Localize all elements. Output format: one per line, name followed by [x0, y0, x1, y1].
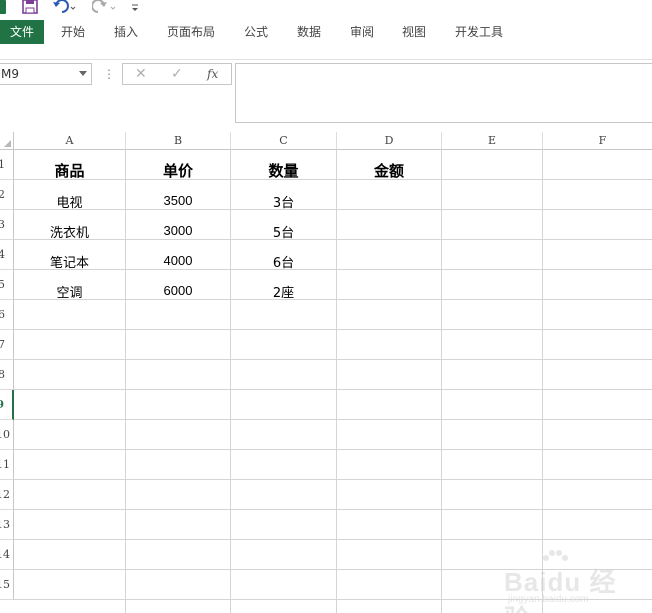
row-header-label: 4	[0, 248, 5, 261]
ribbon-collapsed-area	[0, 46, 652, 60]
row-header-label: 11	[0, 458, 10, 471]
row-header-3[interactable]: 3	[0, 210, 14, 240]
formula-input[interactable]	[235, 63, 652, 123]
cell-c2[interactable]: 3台	[231, 192, 336, 211]
gridline	[125, 150, 126, 613]
row-header-label: 7	[0, 338, 5, 351]
cell-a2[interactable]: 电视	[14, 192, 125, 211]
cell-a4[interactable]: 笔记本	[14, 252, 125, 271]
gridline	[542, 150, 543, 613]
row-header-label: 14	[0, 548, 10, 561]
tab-view[interactable]: 视图	[402, 23, 426, 40]
chevron-down-icon[interactable]	[79, 71, 87, 76]
row-header-label: 9	[0, 398, 4, 411]
cell-a5[interactable]: 空调	[14, 282, 125, 301]
row-header-7[interactable]: 7	[0, 330, 14, 360]
gridline	[14, 329, 652, 330]
cell-c4[interactable]: 6台	[231, 252, 336, 271]
select-all-icon	[4, 140, 11, 147]
insert-function-icon[interactable]: fx	[207, 67, 218, 81]
gridline	[14, 449, 652, 450]
row-header-8[interactable]: 8	[0, 360, 14, 390]
row-header-4[interactable]: 4	[0, 240, 14, 270]
cell-a1[interactable]: 商品	[14, 160, 125, 181]
row-header-label: 3	[0, 218, 5, 231]
gridline	[14, 419, 652, 420]
cell-b1[interactable]: 单价	[126, 160, 230, 181]
cell-b3[interactable]: 3000	[126, 223, 230, 238]
tab-page-layout[interactable]: 页面布局	[167, 23, 215, 40]
row-header-label: 1	[0, 158, 5, 171]
gridline	[14, 389, 652, 390]
excel-logo-icon	[0, 0, 6, 14]
cell-c3[interactable]: 5台	[231, 222, 336, 241]
customize-qat-icon[interactable]	[130, 0, 140, 14]
cell-d1[interactable]: 金额	[337, 160, 441, 181]
gridline	[336, 150, 337, 613]
quick-access-toolbar	[0, 0, 652, 18]
name-box-value: M9	[1, 67, 19, 81]
formula-bar-resize-handle[interactable]: ⋮	[103, 68, 115, 82]
cancel-icon[interactable]: ✕	[135, 66, 147, 82]
cell-a3[interactable]: 洗衣机	[14, 222, 125, 241]
row-header-label: 6	[0, 308, 5, 321]
column-header-b[interactable]: B	[126, 132, 231, 150]
row-header-label: 12	[0, 488, 10, 501]
cell-c5[interactable]: 2座	[231, 282, 336, 301]
row-header-label: 5	[0, 278, 5, 291]
row-header-label: 2	[0, 188, 5, 201]
row-header-1[interactable]: 1	[0, 150, 14, 180]
cell-b5[interactable]: 6000	[126, 283, 230, 298]
gridline	[230, 150, 231, 613]
row-header-label: 15	[0, 578, 10, 591]
row-header-10[interactable]: 10	[0, 420, 14, 450]
column-header-c[interactable]: C	[231, 132, 337, 150]
tab-insert[interactable]: 插入	[114, 23, 138, 40]
undo-icon[interactable]	[52, 0, 78, 14]
row-header-9[interactable]: 9	[0, 390, 14, 420]
spreadsheet-grid[interactable]: A B C D E F 1 2 3 4 5 6 7 8 9 10 11 12 1…	[0, 132, 652, 613]
row-header-12[interactable]: 12	[0, 480, 14, 510]
column-header-d[interactable]: D	[337, 132, 442, 150]
baidu-watermark: Baidu 经验 jingyan.baidu.com	[500, 548, 640, 613]
cell-b4[interactable]: 4000	[126, 253, 230, 268]
gridline	[14, 509, 652, 510]
tab-home[interactable]: 开始	[61, 23, 85, 40]
save-icon[interactable]	[22, 0, 38, 14]
tab-review[interactable]: 审阅	[350, 23, 374, 40]
tab-data[interactable]: 数据	[297, 23, 321, 40]
watermark-logo: Baidu 经验	[504, 567, 617, 613]
row-header-14[interactable]: 14	[0, 540, 14, 570]
row-header-2[interactable]: 2	[0, 180, 14, 210]
tab-formulas[interactable]: 公式	[244, 23, 268, 40]
cell-c1[interactable]: 数量	[231, 160, 336, 181]
row-header-label: 13	[0, 518, 10, 531]
select-all-corner[interactable]	[0, 132, 14, 150]
row-header-5[interactable]: 5	[0, 270, 14, 300]
cell-b2[interactable]: 3500	[126, 193, 230, 208]
enter-icon[interactable]: ✓	[171, 66, 183, 82]
row-header-13[interactable]: 13	[0, 510, 14, 540]
tab-file[interactable]: 文件	[0, 20, 44, 44]
row-header-11[interactable]: 11	[0, 450, 14, 480]
column-header-a[interactable]: A	[14, 132, 126, 150]
formula-bar: M9 ⋮ ✕ ✓ fx	[0, 60, 652, 132]
gridline	[441, 150, 442, 613]
redo-icon[interactable]	[92, 0, 118, 14]
ribbon-tabs: 文件 开始 插入 页面布局 公式 数据 审阅 视图 开发工具	[0, 18, 652, 46]
column-header-f[interactable]: F	[543, 132, 652, 150]
gridline	[14, 479, 652, 480]
row-header-6[interactable]: 6	[0, 300, 14, 330]
row-header-label: 10	[0, 428, 10, 441]
row-header-label: 8	[0, 368, 5, 381]
column-header-e[interactable]: E	[442, 132, 543, 150]
gridline	[14, 539, 652, 540]
gridline	[14, 359, 652, 360]
formula-buttons: ✕ ✓ fx	[122, 63, 232, 85]
name-box[interactable]: M9	[0, 63, 92, 85]
watermark-url: jingyan.baidu.com	[508, 594, 589, 605]
tab-developer[interactable]: 开发工具	[455, 23, 503, 40]
row-header-15[interactable]: 15	[0, 570, 14, 600]
